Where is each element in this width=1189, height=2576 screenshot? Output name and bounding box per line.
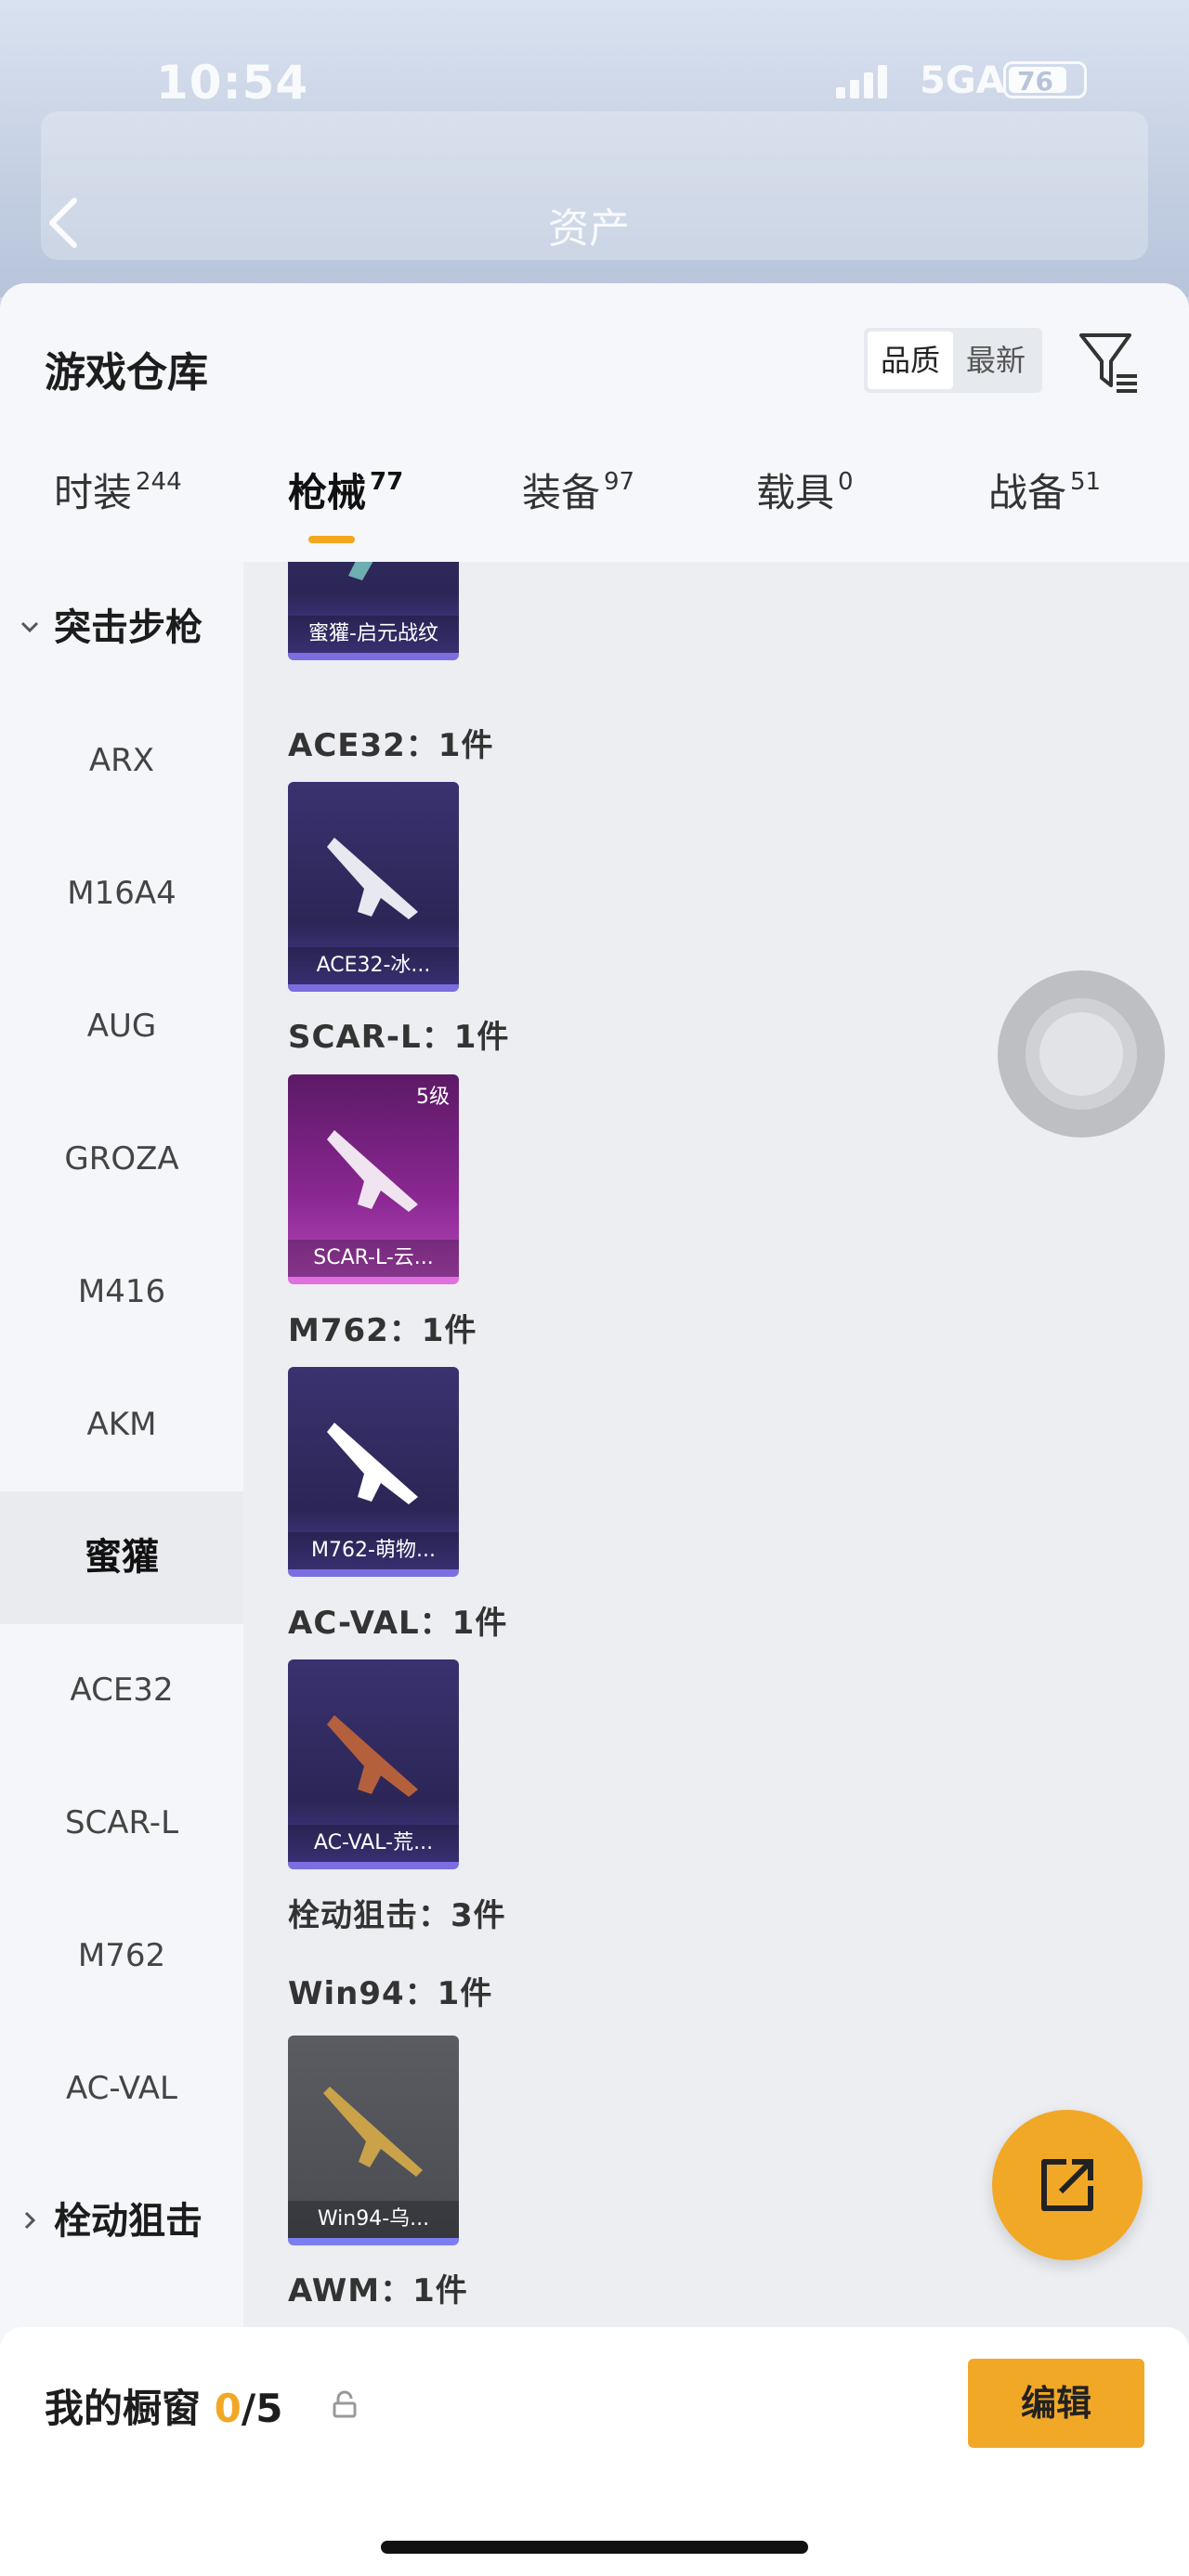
group-label: Win94：1件: [288, 1975, 493, 2012]
group-label: AC-VAL：1件: [288, 1605, 508, 1642]
tab-equipment[interactable]: 装备 97: [522, 462, 634, 554]
sidebar-item-honey-badger[interactable]: 蜜獾: [0, 1491, 243, 1624]
group-label: ACE32：1件: [288, 727, 494, 764]
sidebar-item-m762[interactable]: M762: [0, 1890, 243, 2023]
sidebar-item-ac-val[interactable]: AC-VAL: [0, 2023, 243, 2155]
tab-label: 装备: [522, 470, 601, 515]
edit-button[interactable]: 编辑: [968, 2359, 1144, 2448]
sidebar-item-scar-l[interactable]: SCAR-L: [0, 1757, 243, 1890]
sidebar-item-m16a4[interactable]: M16A4: [0, 827, 243, 960]
battery-level: 76: [1017, 66, 1053, 97]
tab-label: 战备: [988, 470, 1067, 515]
showcase-count: 0: [214, 2386, 242, 2431]
rifle-icon: [327, 1130, 418, 1212]
nav-bar: 资产: [0, 176, 1189, 269]
active-tab-indicator: [308, 536, 355, 543]
group-label: SCAR-L：1件: [288, 1019, 510, 1056]
lock-icon: [333, 2390, 357, 2418]
weapon-card[interactable]: Win94-乌...: [288, 2036, 459, 2245]
sidebar-group-bolt-action[interactable]: 栓动狙击: [0, 2155, 243, 2288]
back-icon[interactable]: [45, 197, 82, 249]
filter-icon[interactable]: [1078, 330, 1141, 395]
tab-count: 77: [370, 468, 404, 496]
card-label: M762-萌物...: [288, 1532, 459, 1569]
sidebar-group-label: 栓动狙击: [54, 2200, 203, 2243]
sidebar-item-ace32[interactable]: ACE32: [0, 1624, 243, 1757]
sidebar-item-arx[interactable]: ARX: [0, 695, 243, 827]
battery-icon: 76: [1003, 61, 1087, 98]
rifle-icon: [327, 838, 418, 919]
category-tabs: 时装 244 枪械 77 装备 97 载具 0 战备 51: [0, 462, 1189, 554]
weapon-card[interactable]: 蜜獾-启元战纹: [288, 562, 459, 660]
showcase-bar: 我的橱窗 0/5 编辑: [0, 2327, 1189, 2576]
nav-title: 资产: [548, 205, 630, 253]
weapon-card[interactable]: ACE32-冰...: [288, 782, 459, 992]
network-label: 5GA: [920, 59, 1005, 102]
sheet-header: 游戏仓库 品质 最新 时装 244 枪械 77 装备 97 载具 0 战备 51: [0, 283, 1189, 562]
card-label: AC-VAL-荒...: [288, 1825, 459, 1862]
showcase-total: /5: [241, 2386, 283, 2431]
sidebar-group-label: 突击步枪: [54, 606, 203, 649]
tab-label: 枪械: [288, 470, 367, 515]
weapon-type-sidebar: 突击步枪 ARX M16A4 AUG GROZA M416 AKM 蜜獾 ACE…: [0, 562, 243, 2576]
weapon-card[interactable]: AC-VAL-荒...: [288, 1659, 459, 1869]
sidebar-item-groza[interactable]: GROZA: [0, 1093, 243, 1226]
sort-quality-button[interactable]: 品质: [868, 332, 954, 389]
group-label: 栓动狙击：3件: [288, 1897, 506, 1934]
tab-count: 51: [1070, 468, 1102, 496]
tab-label: 载具: [756, 470, 835, 515]
share-icon: [1041, 2159, 1093, 2211]
group-label: M762：1件: [288, 1312, 477, 1349]
sidebar-group-assault-rifles[interactable]: 突击步枪: [0, 562, 243, 695]
tab-supplies[interactable]: 战备 51: [988, 462, 1101, 554]
group-label: AWM：1件: [288, 2272, 468, 2309]
share-button[interactable]: [992, 2110, 1143, 2260]
card-label: SCAR-L-云...: [288, 1240, 459, 1277]
tab-count: 0: [838, 468, 854, 496]
card-label: 蜜獾-启元战纹: [288, 616, 459, 653]
status-bar: 10:54 5GA 76: [0, 37, 1189, 121]
card-label: Win94-乌...: [288, 2201, 459, 2238]
sidebar-item-akm[interactable]: AKM: [0, 1359, 243, 1491]
sidebar-item-m416[interactable]: M416: [0, 1226, 243, 1359]
rifle-icon: [325, 562, 373, 580]
weapon-card[interactable]: M762-萌物...: [288, 1367, 459, 1577]
tab-costume[interactable]: 时装 244: [54, 462, 182, 554]
sidebar-item-aug[interactable]: AUG: [0, 960, 243, 1093]
showcase-label: 我的橱窗: [45, 2386, 202, 2431]
tab-label: 时装: [54, 470, 133, 515]
rifle-icon: [327, 1423, 418, 1504]
weapon-list: 蜜獾-启元战纹 ACE32：1件 ACE32-冰... SCAR-L：1件 5级…: [243, 562, 1189, 2576]
tab-vehicles[interactable]: 载具 0: [756, 462, 854, 554]
card-label: ACE32-冰...: [288, 947, 459, 984]
caret-right-icon: [24, 2211, 36, 2230]
sort-toggle: 品质 最新: [864, 328, 1043, 393]
sort-newest-button[interactable]: 最新: [953, 332, 1039, 389]
assistive-touch-button[interactable]: [998, 970, 1165, 1138]
tab-count: 97: [604, 468, 635, 496]
home-indicator: [381, 2541, 808, 2554]
signal-icon: [836, 65, 888, 98]
status-time: 10:54: [156, 56, 309, 110]
sniper-rifle-icon: [323, 2087, 423, 2177]
sheet-title: 游戏仓库: [45, 349, 208, 397]
caret-down-icon: [20, 621, 39, 633]
tab-count: 244: [136, 468, 182, 496]
weapon-card[interactable]: 5级 SCAR-L-云...: [288, 1074, 459, 1284]
rifle-icon: [327, 1715, 418, 1797]
showcase-title: 我的橱窗 0/5: [45, 2377, 282, 2434]
